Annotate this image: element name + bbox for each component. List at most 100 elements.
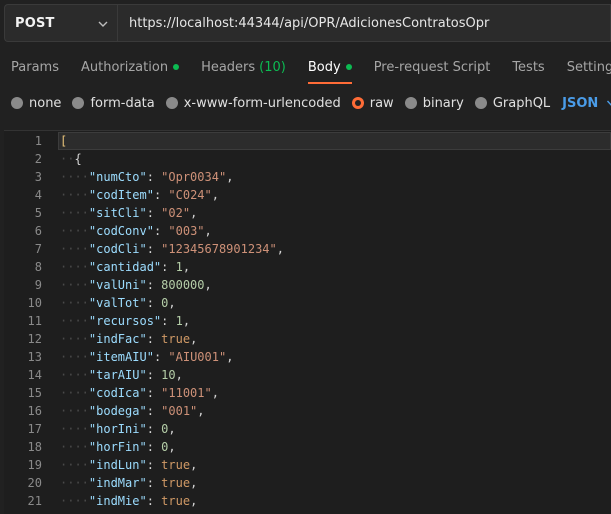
line-number: 4 (34, 188, 42, 202)
body-type-none[interactable]: none (11, 96, 61, 111)
radio-x-www-form-urlencoded[interactable] (165, 97, 178, 109)
line-number: 1 (34, 134, 42, 148)
body-type-label: binary (422, 95, 464, 111)
format-select[interactable]: JSON (562, 96, 611, 111)
body-type-form-data[interactable]: form-data (72, 96, 155, 111)
line-number: 3 (34, 170, 42, 184)
json-comma: , (197, 404, 205, 418)
code-line: ····"indFac": true, (60, 332, 197, 346)
json-colon: : (146, 206, 162, 220)
indent-guide: ···· (60, 494, 89, 508)
code-line: ····"indMie": true, (60, 494, 197, 508)
json-key: "cantidad" (88, 260, 162, 274)
line-number: 10 (27, 296, 42, 310)
json-colon: : (153, 350, 169, 364)
json-comma: , (182, 314, 191, 328)
body-type-row: none form-data x-www-form-urlencoded raw bin… (0, 90, 611, 116)
json-value: "AIU001" (168, 350, 227, 364)
code-line: ····"horFin": 0, (60, 440, 176, 454)
tab-label: Params (11, 59, 59, 75)
radio-none[interactable] (11, 97, 23, 109)
code-line: ····"codIca": "11001", (60, 386, 219, 400)
line-number: 21 (27, 494, 42, 508)
tab-pre-request-script[interactable]: Pre-request Script (363, 48, 502, 86)
tab-tests[interactable]: Tests (501, 48, 555, 86)
json-key: "indLun" (88, 458, 147, 472)
indent-guide: ···· (60, 296, 89, 310)
body-type-label: GraphQL (492, 95, 551, 111)
json-comma: , (226, 170, 234, 184)
json-key: "recursos" (88, 314, 162, 328)
tab-label: Tests (512, 59, 545, 75)
indent-guide: ···· (60, 350, 89, 364)
line-number: 19 (27, 458, 42, 472)
json-colon: : (146, 494, 162, 508)
code-line: [ (60, 134, 67, 148)
tab-settings[interactable]: Settings (556, 48, 611, 86)
json-comma: , (211, 188, 219, 202)
code-line: ····"valTot": 0, (60, 296, 176, 310)
indent-guide: ···· (60, 404, 89, 418)
code-line: ····"numCto": "Opr0034", (60, 170, 233, 184)
json-key: "indMar" (88, 476, 147, 490)
line-number: 11 (27, 314, 42, 328)
line-number: 18 (27, 440, 42, 454)
json-comma: , (190, 494, 198, 508)
body-type-GraphQL[interactable]: GraphQL (474, 95, 551, 111)
line-number: 2 (34, 152, 42, 166)
json-colon: : (146, 278, 162, 292)
method-select[interactable]: POST (4, 4, 117, 42)
line-number: 6 (34, 224, 42, 238)
json-comma: , (182, 260, 191, 274)
url-input[interactable]: https://localhost:44344/api/OPR/Adicione… (117, 4, 611, 42)
code-token: { (74, 152, 82, 166)
request-url-bar: POST https://localhost:44344/api/OPR/Adi… (4, 4, 611, 42)
json-colon: : (146, 404, 162, 418)
indent-guide: ···· (60, 458, 89, 472)
body-type-x-www-form-urlencoded[interactable]: x-www-form-urlencoded (165, 95, 341, 111)
code-line: ····"recursos": 1, (60, 314, 190, 328)
tab-params[interactable]: Params (0, 48, 70, 86)
body-type-raw[interactable]: raw (351, 96, 394, 111)
radio-GraphQL[interactable] (474, 97, 487, 109)
indent-guide: ···· (60, 278, 89, 292)
json-key: "indFac" (88, 332, 147, 346)
tab-authorization[interactable]: Authorization (70, 48, 190, 86)
json-colon: : (153, 188, 169, 202)
tab-label: Pre-request Script (373, 59, 491, 75)
json-value: 10 (161, 368, 176, 382)
json-key: "sitCli" (88, 206, 147, 220)
json-colon: : (153, 224, 169, 238)
json-value: 800000 (161, 278, 205, 292)
json-comma: , (175, 368, 183, 382)
line-number: 5 (34, 206, 42, 220)
json-comma: , (190, 476, 198, 490)
indent-guide: ···· (60, 188, 89, 202)
json-value: 1 (175, 314, 183, 328)
line-number: 20 (27, 476, 42, 490)
json-key: "codCli" (88, 242, 147, 256)
tab-count-badge: (10) (259, 59, 286, 75)
json-value: true (161, 458, 191, 472)
code-editor[interactable]: 1[2 ··{3 ····"numCto": "Opr0034", 4 ····"cod… (4, 130, 611, 514)
radio-raw[interactable] (351, 97, 364, 109)
json-key: "horFin" (88, 440, 147, 454)
status-dot (345, 64, 352, 70)
json-colon: : (146, 296, 162, 310)
json-comma: , (211, 386, 219, 400)
json-comma: , (168, 422, 176, 436)
json-value: "12345678901234" (161, 242, 277, 256)
line-number: 15 (27, 386, 42, 400)
json-comma: , (276, 242, 284, 256)
body-type-label: none (29, 95, 62, 111)
body-type-binary[interactable]: binary (404, 95, 464, 111)
json-colon: : (146, 386, 162, 400)
radio-binary[interactable] (404, 97, 417, 109)
tab-body[interactable]: Body (297, 48, 363, 86)
line-number: 17 (27, 422, 42, 436)
json-comma: , (204, 224, 212, 238)
tab-headers[interactable]: Headers (10) (190, 48, 297, 86)
radio-form-data[interactable] (72, 97, 85, 109)
body-type-label: x-www-form-urlencoded (183, 95, 341, 111)
json-key: "codConv" (88, 224, 154, 238)
